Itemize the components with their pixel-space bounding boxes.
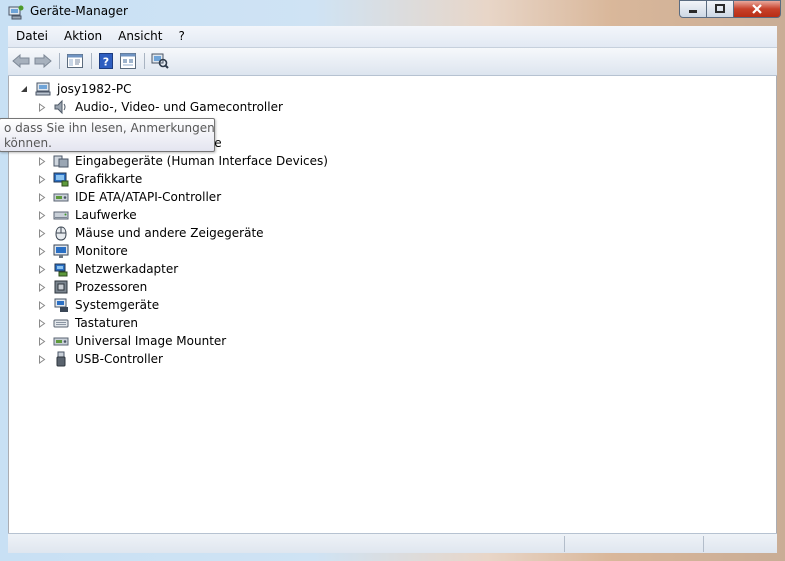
menu-datei[interactable]: Datei [8, 26, 56, 47]
tree-item-label: Laufwerke [75, 208, 137, 222]
tree-item-label: Monitore [75, 244, 128, 258]
scan-hardware-icon [151, 53, 169, 69]
image-mounter-icon [53, 333, 69, 349]
computer-icon [35, 81, 51, 97]
disk-drive-icon [53, 207, 69, 223]
toolbar-separator [144, 53, 145, 69]
toolbar-separator [59, 53, 60, 69]
tree-item-label: Audio-, Video- und Gamecontroller [75, 100, 283, 114]
tooltip: o dass Sie ihn lesen, Anmerkungen können… [0, 118, 215, 152]
hid-icon [53, 153, 69, 169]
help-button[interactable]: ? [96, 52, 116, 70]
collapse-icon[interactable] [19, 85, 28, 94]
expand-icon[interactable] [37, 282, 46, 292]
tree-item-label: Eingabegeräte (Human Interface Devices) [75, 154, 328, 168]
tree-item[interactable]: Universal Image Mounter [37, 332, 226, 350]
tree-item[interactable]: Monitore [37, 242, 128, 260]
expand-icon[interactable] [37, 210, 46, 220]
tree-item[interactable]: Laufwerke [37, 206, 137, 224]
properties-icon [120, 53, 136, 69]
tree-item-label: Universal Image Mounter [75, 334, 227, 348]
status-separator [703, 536, 704, 552]
tree-root-label: josy1982-PC [57, 82, 132, 96]
expand-icon[interactable] [37, 156, 46, 166]
tree-item[interactable]: IDE ATA/ATAPI-Controller [37, 188, 221, 206]
speaker-icon [53, 99, 69, 115]
title-bar[interactable]: Geräte-Manager [0, 0, 785, 24]
help-icon: ? [99, 53, 113, 69]
tree-item[interactable]: Eingabegeräte (Human Interface Devices) [37, 152, 328, 170]
network-adapter-icon [53, 261, 69, 277]
tree-item-label: Systemgeräte [75, 298, 160, 312]
back-icon [12, 54, 30, 68]
tree-item[interactable]: Tastaturen [37, 314, 138, 332]
maximize-icon [715, 4, 725, 13]
monitor-icon [53, 243, 69, 259]
device-manager-icon [8, 4, 24, 20]
tree-item-label: Grafikkarte [75, 172, 143, 186]
tree-item[interactable]: Audio-, Video- und Gamecontroller [37, 98, 283, 116]
tree-item[interactable]: Mäuse und andere Zeigegeräte [37, 224, 264, 242]
scan-hardware-button[interactable] [150, 52, 170, 70]
menu-bar: Datei Aktion Ansicht ? [8, 26, 777, 48]
menu-aktion[interactable]: Aktion [56, 26, 110, 47]
status-bar [8, 533, 777, 553]
forward-button[interactable] [33, 52, 53, 70]
toolbar-separator [91, 53, 92, 69]
expand-icon[interactable] [37, 228, 46, 238]
svg-text:?: ? [103, 56, 109, 69]
tree-item-label: Mäuse und andere Zeigegeräte [75, 226, 264, 240]
expand-icon[interactable] [37, 300, 46, 310]
tree-item-label: IDE ATA/ATAPI-Controller [75, 190, 222, 204]
keyboard-icon [53, 315, 69, 331]
properties-button[interactable] [118, 52, 138, 70]
tooltip-line-1: o dass Sie ihn lesen, Anmerkungen [4, 121, 215, 135]
expand-icon[interactable] [37, 174, 46, 184]
tree-item[interactable]: USB-Controller [37, 350, 163, 368]
show-hide-console-tree-button[interactable] [65, 52, 85, 70]
back-button[interactable] [11, 52, 31, 70]
minimize-button[interactable] [679, 0, 707, 18]
show-hide-console-tree-icon [67, 54, 83, 68]
tree-item[interactable]: Grafikkarte [37, 170, 142, 188]
tree-item-label: USB-Controller [75, 352, 163, 366]
ide-controller-icon [53, 189, 69, 205]
tree-root[interactable]: josy1982-PC [19, 80, 132, 98]
processor-icon [53, 279, 69, 295]
toolbar: ? [8, 48, 777, 76]
maximize-button[interactable] [707, 0, 734, 18]
menu-ansicht[interactable]: Ansicht [110, 26, 170, 47]
expand-icon[interactable] [37, 264, 46, 274]
expand-icon[interactable] [37, 354, 46, 364]
tree-item-label: Tastaturen [75, 316, 138, 330]
expand-icon[interactable] [37, 318, 46, 328]
expand-icon[interactable] [37, 336, 46, 346]
display-adapter-icon [53, 171, 69, 187]
tree-item-label: Prozessoren [75, 280, 148, 294]
device-tree[interactable]: josy1982-PC Audio-, Video- und Gamecontr… [0, 76, 777, 533]
device-manager-window: Geräte-Manager Datei Aktion Ansicht ? ? … [0, 0, 785, 561]
forward-icon [34, 54, 52, 68]
expand-icon[interactable] [37, 192, 46, 202]
tree-item[interactable]: Prozessoren [37, 278, 147, 296]
expand-icon[interactable] [37, 102, 46, 112]
expand-icon[interactable] [37, 246, 46, 256]
system-devices-icon [53, 297, 69, 313]
close-button[interactable] [734, 0, 781, 18]
tree-item[interactable]: Systemgeräte [37, 296, 159, 314]
tree-item-label: Netzwerkadapter [75, 262, 179, 276]
tree-item[interactable]: Netzwerkadapter [37, 260, 178, 278]
tooltip-line-2: können. [4, 136, 52, 150]
status-separator [564, 536, 565, 552]
caption-buttons [679, 0, 781, 18]
menu-help[interactable]: ? [170, 26, 192, 47]
window-title: Geräte-Manager [30, 4, 128, 18]
mouse-icon [53, 225, 69, 241]
minimize-icon [689, 10, 697, 13]
close-icon [752, 4, 762, 14]
usb-icon [53, 351, 69, 367]
